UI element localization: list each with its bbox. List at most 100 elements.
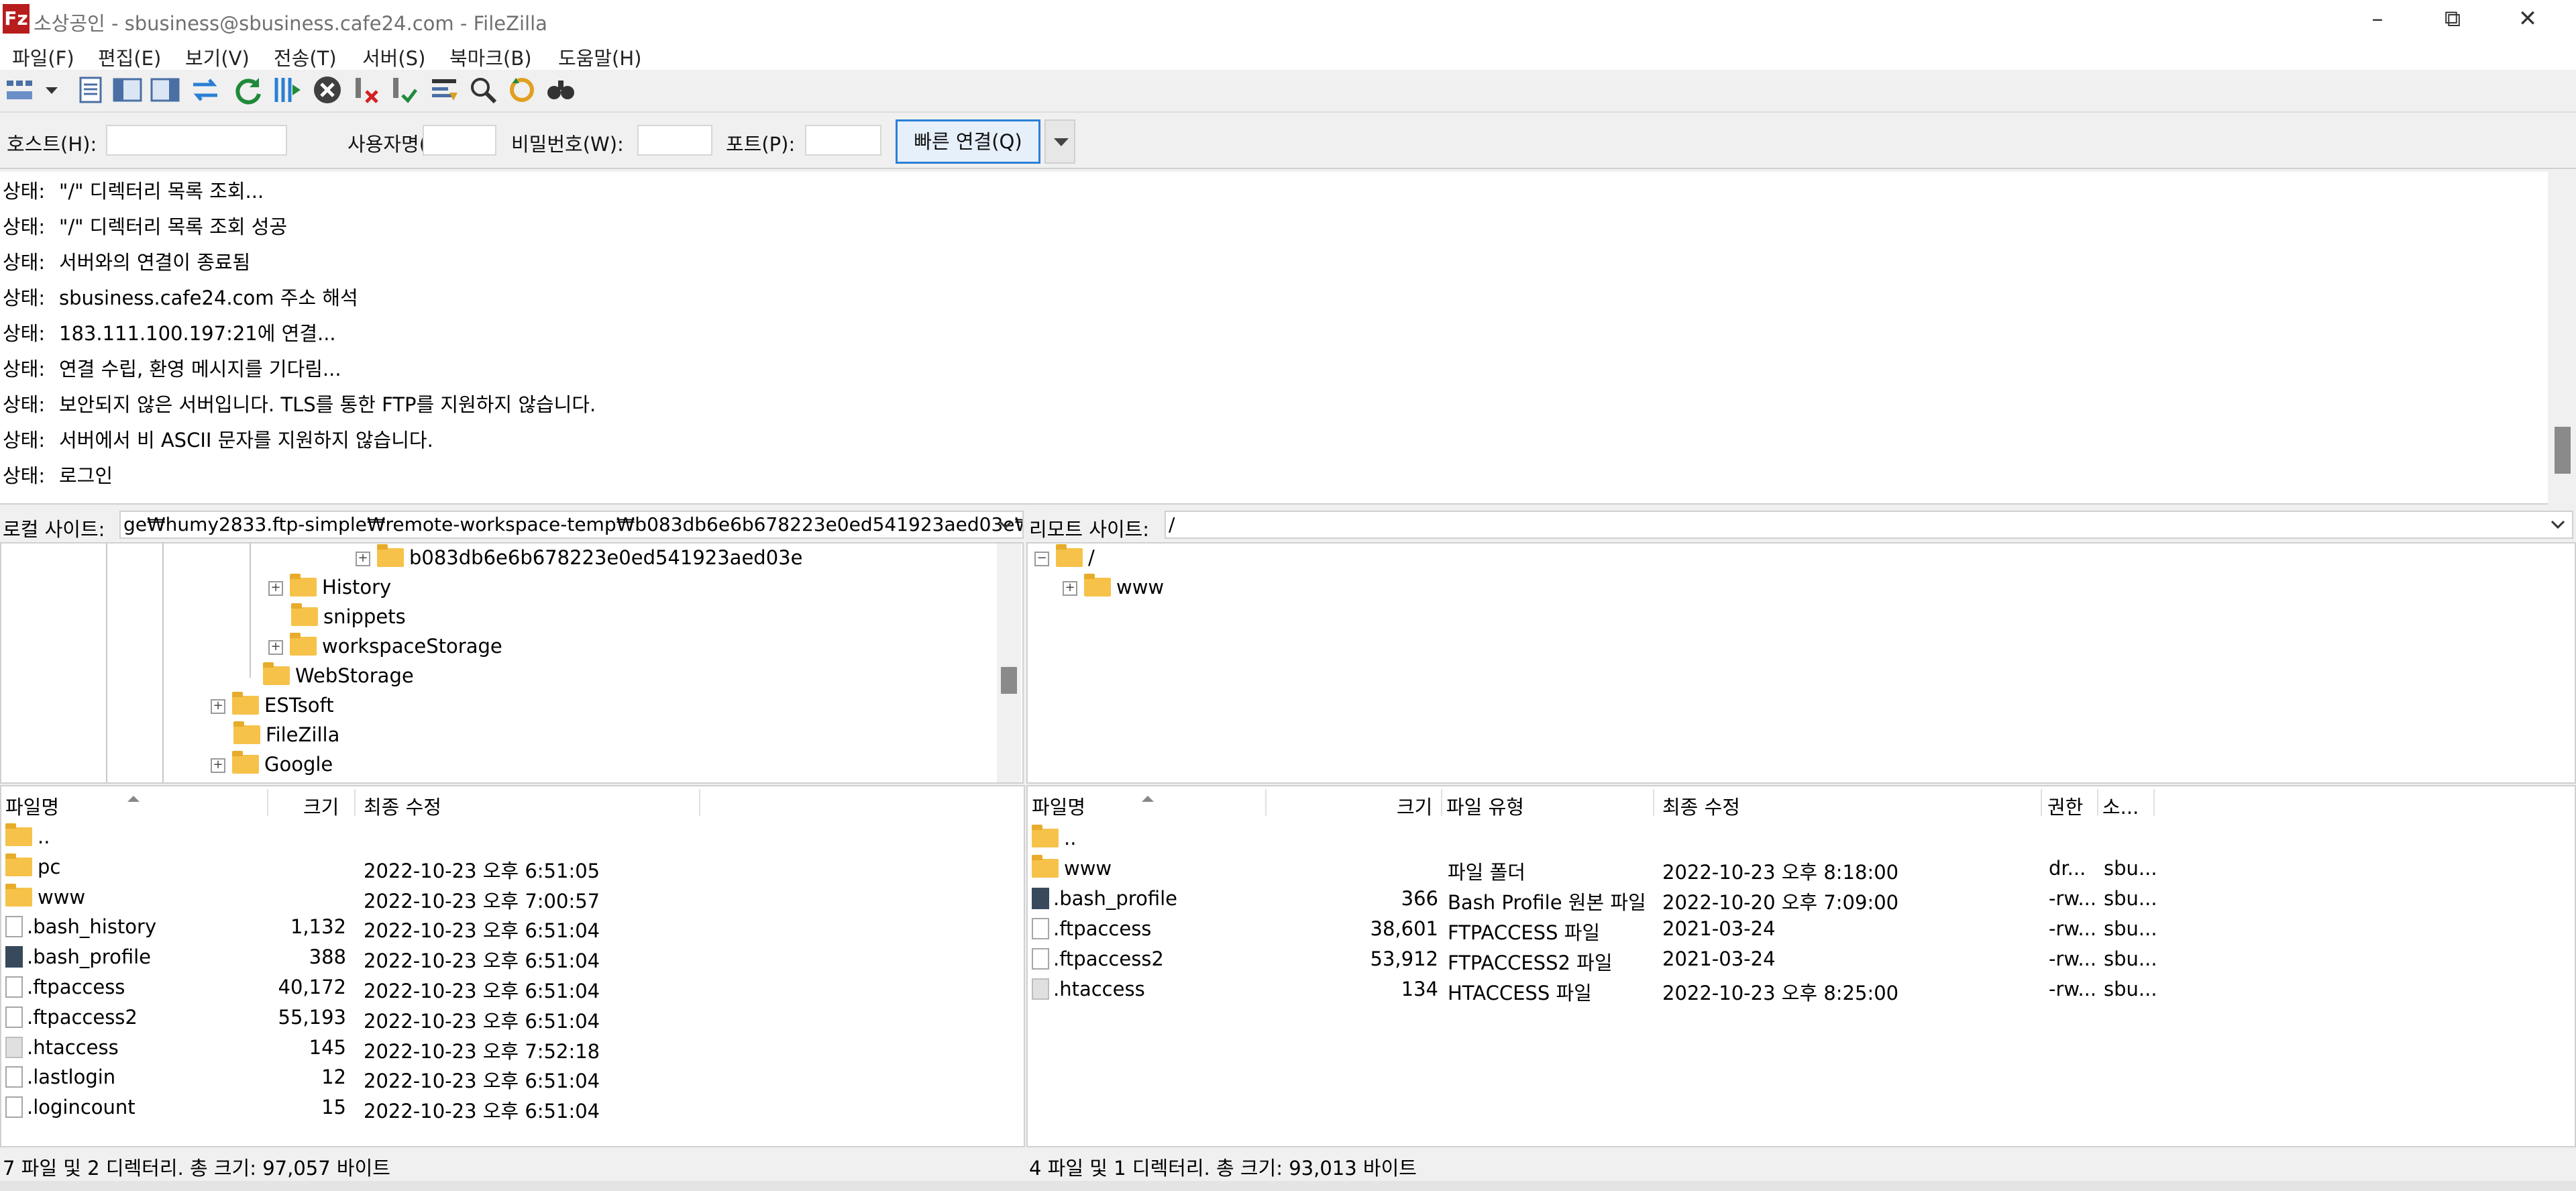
local-tree-scrollbar-thumb[interactable] <box>1001 667 1017 694</box>
column-separator[interactable] <box>699 789 700 816</box>
menu-edit[interactable]: 편집(E) <box>98 43 161 71</box>
file-row[interactable]: .htaccess 145 2022-10-23 오후 7:52:18 <box>1 1033 1024 1063</box>
local-site-path[interactable]: ge₩humy2833.ftp-simple₩remote-workspace-… <box>119 511 1024 539</box>
column-separator[interactable] <box>2097 789 2098 816</box>
file-row[interactable]: .. <box>1 823 1024 852</box>
file-modified: 2022-10-23 오후 7:00:57 <box>364 889 600 913</box>
tree-item[interactable]: FileZilla <box>233 721 339 750</box>
compare-icon[interactable] <box>467 74 499 106</box>
file-row[interactable]: .bash_history 1,132 2022-10-23 오후 6:51:04 <box>1 913 1024 942</box>
menu-file[interactable]: 파일(F) <box>12 43 74 71</box>
tree-item[interactable]: + www <box>1063 574 1164 603</box>
file-row[interactable]: .htaccess 134 HTACCESS 파일 2022-10-23 오후 8:2… <box>1028 975 2575 1004</box>
collapse-icon[interactable]: − <box>1034 552 1049 566</box>
expand-icon[interactable]: + <box>211 699 225 714</box>
cancel-icon[interactable] <box>311 74 343 106</box>
file-name: .logincount <box>5 1096 136 1119</box>
toggle-log-icon[interactable] <box>75 74 107 106</box>
toggle-queue-icon[interactable] <box>189 74 221 106</box>
process-queue-icon[interactable] <box>271 74 303 106</box>
expand-icon[interactable]: + <box>356 552 370 566</box>
menu-view[interactable]: 보기(V) <box>185 43 250 71</box>
menu-help[interactable]: 도움말(H) <box>558 43 641 71</box>
column-size[interactable]: 크기 <box>1397 792 1432 820</box>
quickconnect-button[interactable]: 빠른 연결(Q) <box>896 119 1040 164</box>
expand-icon[interactable]: + <box>1063 581 1077 596</box>
expand-icon[interactable]: + <box>211 758 225 773</box>
column-separator[interactable] <box>1653 789 1654 816</box>
quickconnect-history-dropdown[interactable] <box>1044 119 1075 164</box>
search-icon[interactable] <box>545 74 577 106</box>
file-row[interactable]: .bash_profile 366 Bash Profile 원본 파일 2022-1… <box>1028 884 2575 914</box>
tree-item[interactable]: snippets <box>291 603 406 632</box>
port-input[interactable] <box>805 125 881 156</box>
column-filename[interactable]: 파일명 <box>5 792 59 820</box>
file-row[interactable]: .bash_profile 388 2022-10-23 오후 6:51:04 <box>1 943 1024 972</box>
file-row[interactable]: .lastlogin 12 2022-10-23 오후 6:51:04 <box>1 1063 1024 1092</box>
file-row[interactable]: .ftpaccess2 53,912 FTPACCESS2 파일 2021-03-24… <box>1028 945 2575 974</box>
column-separator[interactable] <box>354 789 356 816</box>
column-permissions[interactable]: 권한 <box>2047 792 2083 820</box>
reconnect-icon[interactable] <box>386 74 419 106</box>
local-tree-scrollbar[interactable] <box>997 543 1021 782</box>
file-row[interactable]: .logincount 15 2022-10-23 오후 6:51:04 <box>1 1093 1024 1123</box>
sync-browse-icon[interactable] <box>506 74 538 106</box>
expand-icon[interactable]: + <box>268 640 283 655</box>
host-input[interactable] <box>106 125 287 156</box>
file-row[interactable]: .. <box>1028 824 2575 853</box>
tree-item[interactable]: + workspaceStorage <box>268 633 502 662</box>
menu-server[interactable]: 서버(S) <box>362 43 425 71</box>
username-input[interactable] <box>423 125 496 156</box>
remote-directory-tree[interactable]: − / + www <box>1026 542 2576 784</box>
column-size[interactable]: 크기 <box>303 792 339 820</box>
menu-bookmarks[interactable]: 북마크(B) <box>449 43 532 71</box>
tree-item[interactable]: WebStorage <box>263 662 414 691</box>
column-separator[interactable] <box>1265 789 1267 816</box>
dropdown-icon[interactable] <box>42 74 62 106</box>
tree-item[interactable]: + History <box>268 574 391 603</box>
message-log[interactable]: 상태: "/" 디렉터리 목록 조회... 상태: "/" 디렉터리 목록 조회 성… <box>0 172 2576 505</box>
column-modified[interactable]: 최종 수정 <box>1662 792 1740 820</box>
file-row[interactable]: www 2022-10-23 오후 7:00:57 <box>1 883 1024 913</box>
toggle-local-tree-icon[interactable] <box>111 74 144 106</box>
file-row[interactable]: www 파일 폴더 2022-10-23 오후 8:18:00 dr... sbu... <box>1028 854 2575 884</box>
expand-icon[interactable]: + <box>268 581 283 596</box>
chevron-down-icon[interactable] <box>2548 514 2568 534</box>
log-scrollbar[interactable] <box>2548 172 2576 505</box>
tree-item[interactable]: − / <box>1034 544 1095 573</box>
tree-item[interactable]: + ESTsoft <box>211 692 334 721</box>
site-manager-icon[interactable] <box>4 74 36 106</box>
chevron-down-icon[interactable] <box>996 514 1016 534</box>
tree-item[interactable]: + Google <box>211 751 333 780</box>
restore-icon[interactable]: ⧉ <box>2415 0 2490 39</box>
local-directory-tree[interactable]: + b083db6e6b678223e0ed541923aed03e + Histo… <box>0 542 1024 784</box>
column-filename[interactable]: 파일명 <box>1032 792 1085 820</box>
local-file-list-header: 파일명 크기 최종 수정 <box>1 786 1024 821</box>
file-row[interactable]: .ftpaccess 38,601 FTPACCESS 파일 2021-03-24 -r… <box>1028 915 2575 944</box>
disconnect-icon[interactable] <box>349 74 381 106</box>
refresh-icon[interactable] <box>232 74 264 106</box>
close-icon[interactable]: ✕ <box>2490 0 2565 39</box>
remote-file-list[interactable]: 파일명 크기 파일 유형 최종 수정 권한 소... .. www 파일 폴더 202… <box>1026 785 2576 1147</box>
tree-item[interactable]: + b083db6e6b678223e0ed541923aed03e <box>356 544 802 573</box>
remote-site-label: 리모트 사이트: <box>1029 518 1150 541</box>
toggle-remote-tree-icon[interactable] <box>149 74 181 106</box>
password-input[interactable] <box>637 125 712 156</box>
column-separator[interactable] <box>1441 789 1442 816</box>
menu-transfer[interactable]: 전송(T) <box>274 43 337 71</box>
column-modified[interactable]: 최종 수정 <box>364 792 441 820</box>
column-separator[interactable] <box>2153 789 2155 816</box>
column-separator[interactable] <box>267 789 268 816</box>
column-type[interactable]: 파일 유형 <box>1446 792 1524 820</box>
file-row[interactable]: pc 2022-10-23 오후 6:51:05 <box>1 853 1024 882</box>
minimize-icon[interactable]: – <box>2340 0 2415 39</box>
local-file-list[interactable]: 파일명 크기 최종 수정 .. pc 2022-10-23 오후 6:51:05 ww… <box>0 785 1025 1147</box>
log-scrollbar-thumb[interactable] <box>2555 427 2571 474</box>
file-row[interactable]: .ftpaccess2 55,193 2022-10-23 오후 6:51:04 <box>1 1003 1024 1033</box>
column-separator[interactable] <box>2041 789 2042 816</box>
folder-icon <box>290 574 317 597</box>
remote-site-path[interactable]: / <box>1165 511 2573 539</box>
column-owner[interactable]: 소... <box>2102 792 2139 820</box>
filter-icon[interactable] <box>428 74 460 106</box>
file-row[interactable]: .ftpaccess 40,172 2022-10-23 오후 6:51:04 <box>1 973 1024 1002</box>
